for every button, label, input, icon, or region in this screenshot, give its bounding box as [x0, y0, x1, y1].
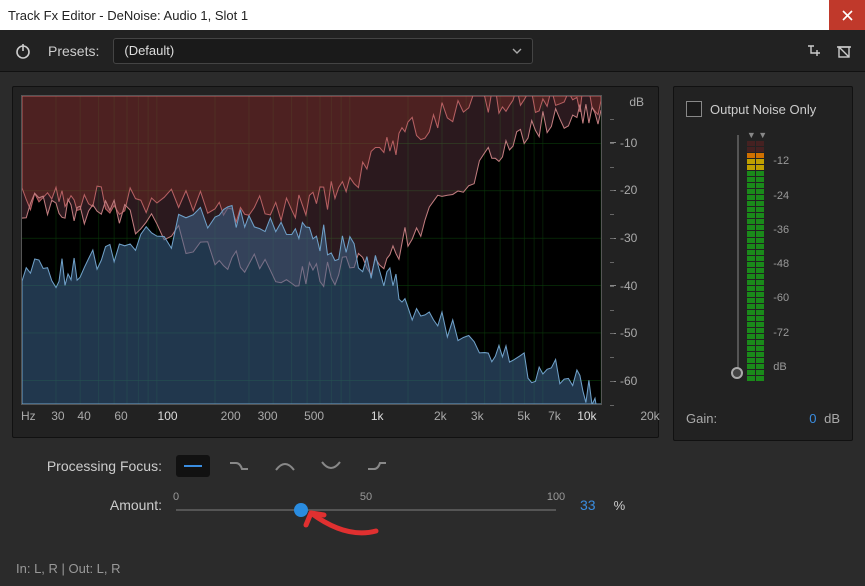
- focus-high-shelf-button[interactable]: [360, 455, 394, 477]
- presets-label: Presets:: [48, 43, 99, 59]
- amount-tick-50: 50: [360, 491, 372, 503]
- amount-slider-knob[interactable]: [294, 503, 308, 517]
- amount-value[interactable]: 33: [580, 497, 596, 513]
- processing-focus-label: Processing Focus:: [12, 458, 162, 474]
- close-button[interactable]: [829, 0, 865, 30]
- gain-slider-knob[interactable]: [731, 367, 743, 379]
- processing-focus-group: [176, 455, 394, 477]
- hz-unit-label: Hz: [21, 409, 36, 423]
- route-icon[interactable]: [805, 42, 823, 60]
- close-icon: [842, 10, 853, 21]
- output-panel: Output Noise Only ▼ ▼: [673, 86, 853, 441]
- output-noise-only-checkbox[interactable]: [686, 101, 702, 117]
- focus-low-shelf-button[interactable]: [222, 455, 256, 477]
- trash-icon[interactable]: [835, 42, 853, 60]
- focus-bell-button[interactable]: [268, 455, 302, 477]
- amount-slider[interactable]: 0 50 100: [176, 491, 556, 519]
- preset-select[interactable]: (Default): [113, 38, 533, 64]
- annotation-arrow: [296, 501, 386, 541]
- db-unit-label: dB: [629, 95, 644, 109]
- preset-value: (Default): [124, 43, 174, 58]
- gain-unit: dB: [824, 411, 840, 426]
- meter-peak-indicator: ▼ ▼: [747, 131, 767, 139]
- spectrum-panel: dB -10-20-30-40-50-60 Hz 304060100200300…: [12, 86, 659, 438]
- power-button[interactable]: [12, 40, 34, 62]
- focus-notch-button[interactable]: [314, 455, 348, 477]
- toolbar: Presets: (Default): [0, 30, 865, 72]
- gain-value[interactable]: 0: [809, 411, 816, 426]
- window-title: Track Fx Editor - DeNoise: Audio 1, Slot…: [8, 8, 829, 23]
- focus-flat-button[interactable]: [176, 455, 210, 477]
- output-noise-only-label: Output Noise Only: [710, 102, 816, 117]
- y-axis: dB -10-20-30-40-50-60: [602, 95, 650, 405]
- io-status: In: L, R | Out: L, R: [16, 561, 121, 576]
- amount-label: Amount:: [12, 497, 162, 513]
- amount-unit: %: [614, 498, 626, 513]
- amount-tick-0: 0: [173, 491, 179, 503]
- power-icon: [14, 42, 32, 60]
- meter-scale: -12-24-36-48-60-72dB: [767, 133, 789, 373]
- meter-left: [747, 141, 755, 381]
- gain-slider[interactable]: [737, 135, 739, 373]
- x-axis: Hz 3040601002003005001k2k3k5k7k10k20k: [21, 409, 650, 433]
- gain-label: Gain:: [686, 411, 717, 426]
- chevron-down-icon: [512, 48, 522, 54]
- meter-right: [756, 141, 764, 381]
- spectrum-plot[interactable]: [21, 95, 602, 405]
- amount-tick-100: 100: [547, 491, 565, 503]
